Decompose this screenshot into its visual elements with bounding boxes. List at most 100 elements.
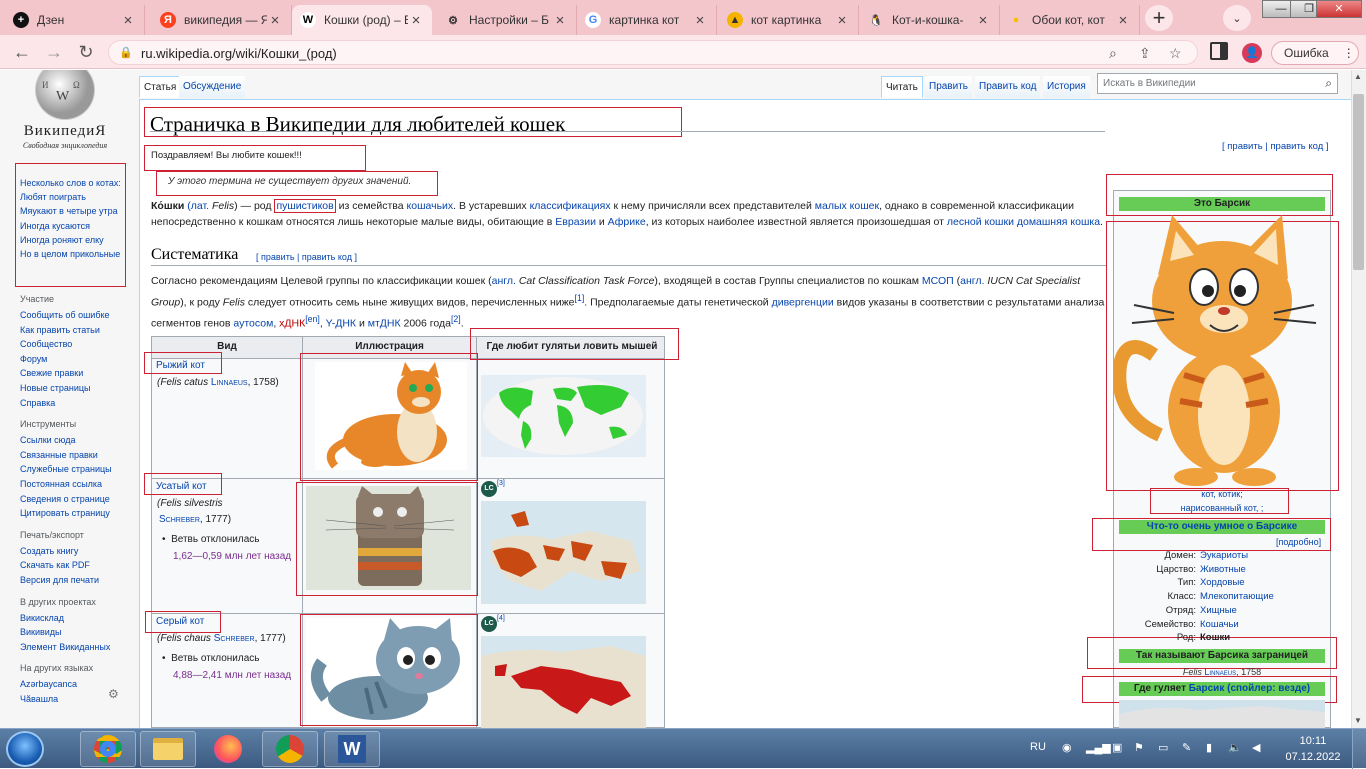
search-icon[interactable]: ⌕ — [1325, 76, 1332, 91]
tab-edit[interactable]: Править — [925, 76, 972, 98]
lc-badge-3[interactable]: LC[4] — [481, 615, 505, 632]
wiki-search-input[interactable]: Искать в Википедии ⌕ — [1097, 73, 1338, 94]
sidebar-item[interactable]: Связанные правки — [20, 448, 132, 463]
language-indicator[interactable]: RU — [1030, 741, 1046, 753]
asia-range-map[interactable] — [481, 636, 646, 728]
tab-5[interactable]: ▲ кот картинка × — [719, 5, 859, 35]
taxonomy-value[interactable]: Хищные — [1200, 605, 1237, 616]
range-3[interactable]: 4,88—2,41 млн лет назад — [173, 670, 291, 681]
tab-read[interactable]: Читать — [881, 76, 923, 98]
tab-close-icon[interactable]: × — [408, 12, 424, 29]
species-author-1[interactable]: Linnaeus — [211, 377, 248, 388]
sidepanel-icon[interactable] — [1210, 42, 1228, 60]
kebab-menu-icon[interactable]: ⋮ — [1343, 46, 1355, 60]
species-name-3[interactable]: Серый кот — [156, 616, 204, 627]
tab-close-icon[interactable]: × — [267, 12, 283, 29]
tab-7[interactable]: ● Обои кот, кот × — [1000, 5, 1140, 35]
link-iucn[interactable]: МСОП — [922, 275, 954, 287]
tray-signal-icon[interactable]: ▂▄▆ — [1086, 741, 1111, 754]
sidebar-item[interactable]: Свежие правки — [20, 366, 132, 381]
sidebar-item[interactable]: Справка — [20, 396, 132, 411]
infobox-caption-2[interactable]: нарисованный кот, ; — [1113, 503, 1331, 513]
tab-3[interactable]: ⚙ Настройки – Б × — [437, 5, 577, 35]
tray-battery-icon[interactable]: ▮ — [1206, 741, 1212, 754]
link-eurasia[interactable]: Евразии — [555, 216, 596, 228]
sidebar-item[interactable]: Цитировать страницу — [20, 506, 132, 521]
infobox-more-link[interactable]: [подробно] — [1276, 537, 1321, 547]
orange-cat-illustration[interactable] — [315, 362, 467, 470]
ref-1[interactable]: [1] — [575, 293, 585, 303]
custom-link-1[interactable]: Любят поиграть — [20, 190, 124, 204]
mustache-cat-illustration[interactable] — [306, 486, 471, 590]
tab-article[interactable]: Статья — [139, 76, 182, 98]
sidebar-item[interactable]: Викивиды — [20, 625, 132, 640]
close-window-button[interactable]: ✕ — [1316, 0, 1362, 18]
sidebar-item[interactable]: Как править статьи — [20, 323, 132, 338]
taxonomy-value[interactable]: Хордовые — [1200, 577, 1245, 588]
tray-pen-icon[interactable]: ✎ — [1182, 741, 1191, 754]
link-xdna-en[interactable]: [en] — [305, 314, 320, 324]
taxonomy-value[interactable]: Кошачьи — [1200, 619, 1239, 630]
taskbar-explorer[interactable] — [140, 731, 196, 767]
sidebar-item[interactable]: Викисклад — [20, 611, 132, 626]
bookmark-star-icon[interactable]: ☆ — [1169, 45, 1182, 62]
link-domestic-cat[interactable]: домашняя кошка — [1017, 216, 1100, 228]
taskbar-firefox[interactable] — [200, 731, 256, 767]
link-eng-1[interactable]: англ. — [492, 275, 516, 287]
taxonomy-value[interactable]: Кошки — [1200, 632, 1230, 643]
scroll-down-icon[interactable]: ▼ — [1354, 716, 1362, 725]
edit-links-top[interactable]: [ править | править код ] — [1222, 141, 1329, 152]
tab-search-button[interactable]: ⌄ — [1223, 5, 1251, 31]
species-author-3[interactable]: Schreber — [214, 633, 255, 644]
scroll-up-icon[interactable]: ▲ — [1354, 72, 1362, 81]
tab-6[interactable]: 🐧 Кот-и-кошка- × — [860, 5, 1000, 35]
link-divergence[interactable]: дивергенции — [772, 296, 834, 308]
reload-icon[interactable]: ↻ — [74, 40, 98, 64]
custom-link-5[interactable]: Но в целом прикольные — [20, 247, 124, 261]
systematics-edit-links[interactable]: [ править | править код ] — [256, 252, 357, 262]
back-icon[interactable]: ← — [10, 40, 34, 64]
tray-network-icon[interactable]: ▣ — [1112, 741, 1122, 754]
tab-close-icon[interactable]: × — [120, 12, 136, 29]
zoom-icon[interactable]: ⌕ — [1109, 45, 1117, 62]
species-name-1[interactable]: Рыжий кот — [156, 360, 205, 371]
taxonomy-value[interactable]: Млекопитающие — [1200, 591, 1274, 602]
species-name-2[interactable]: Усатый кот — [156, 481, 207, 492]
species-author-2[interactable]: Schreber — [159, 514, 200, 525]
language-settings-icon[interactable]: ⚙ — [108, 687, 119, 701]
sidebar-item[interactable]: Версия для печати — [20, 573, 132, 588]
start-button[interactable] — [6, 731, 44, 767]
ref-3[interactable]: [3] — [497, 480, 505, 487]
custom-link-3[interactable]: Иногда кусаются — [20, 219, 124, 233]
link-ydna[interactable]: Y-ДНК — [326, 317, 356, 329]
ref-4[interactable]: [4] — [497, 615, 505, 622]
link-small-cats[interactable]: малых кошек — [815, 200, 879, 212]
taskbar-chrome-1[interactable] — [80, 731, 136, 767]
taskbar-word[interactable]: W — [324, 731, 380, 767]
tray-display-icon[interactable]: ▭ — [1158, 741, 1168, 754]
walks-barsik-link[interactable]: Барсик — [1189, 683, 1225, 694]
taskbar-chrome-2[interactable] — [262, 731, 318, 767]
lc-badge-2[interactable]: LC[3] — [481, 480, 505, 497]
show-desktop-button[interactable] — [1352, 729, 1366, 769]
tab-4[interactable]: Gкартинка кот × — [577, 5, 717, 35]
range-2[interactable]: 1,62—0,59 млн лет назад — [173, 551, 291, 562]
sidebar-item[interactable]: Создать книгу — [20, 544, 132, 559]
sidebar-item[interactable]: Постоянная ссылка — [20, 477, 132, 492]
sidebar-item[interactable]: Скачать как PDF — [20, 558, 132, 573]
tab-close-icon[interactable]: × — [975, 12, 991, 29]
new-tab-button[interactable]: + — [1145, 5, 1173, 31]
forward-icon[interactable]: → — [42, 40, 66, 64]
tray-volume-icon[interactable]: 🔈 — [1228, 741, 1242, 754]
sidebar-item[interactable]: Новые страницы — [20, 381, 132, 396]
sidebar-item[interactable]: Сообщить об ошибке — [20, 308, 132, 323]
link-autosome[interactable]: аутосом — [233, 317, 273, 329]
address-bar[interactable]: 🔒 ru.wikipedia.org/wiki/Кошки_(род) ⌕ ⇪ … — [108, 40, 1198, 65]
share-icon[interactable]: ⇪ — [1139, 45, 1151, 62]
custom-link-4[interactable]: Иногда роняют елку — [20, 233, 124, 247]
tab-close-icon[interactable]: × — [1115, 12, 1131, 29]
tab-0[interactable]: + Дзен × — [5, 5, 145, 35]
intro-lat-link[interactable]: (лат. — [187, 200, 209, 212]
tray-chrome-icon[interactable]: ◉ — [1062, 741, 1072, 754]
tab-2[interactable]: W Кошки (род) – В × — [292, 5, 432, 35]
